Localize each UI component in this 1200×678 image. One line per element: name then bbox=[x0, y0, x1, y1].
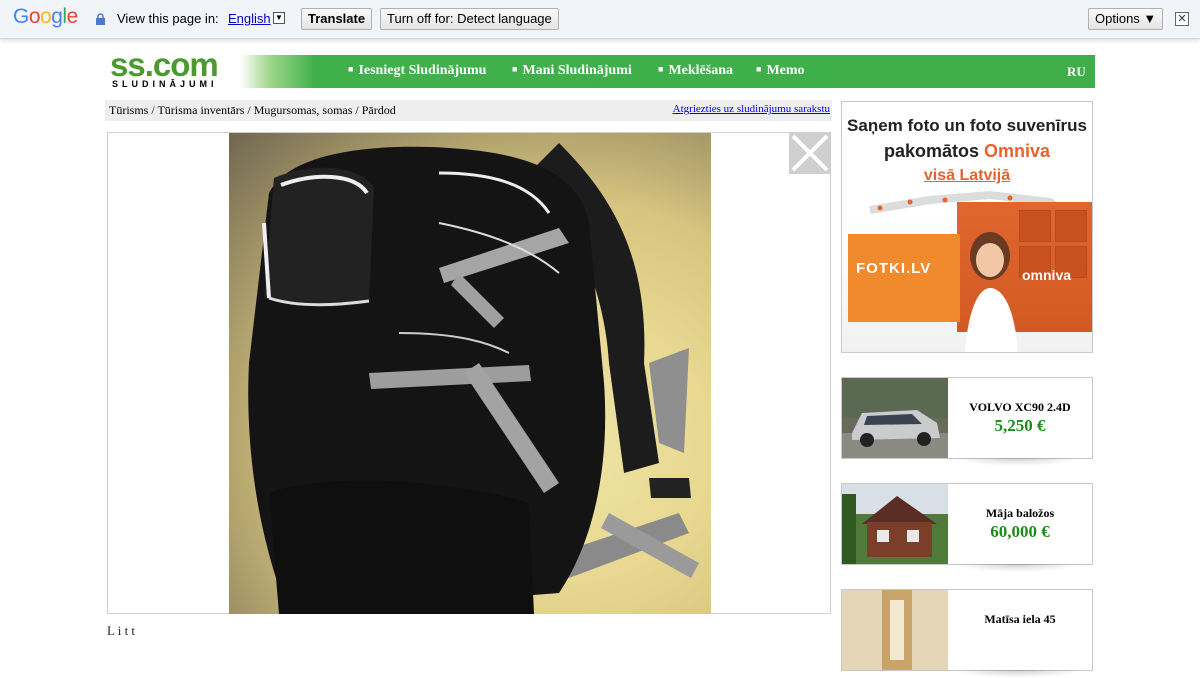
ad-thumb-house[interactable] bbox=[842, 484, 948, 564]
fotki-box bbox=[848, 234, 960, 322]
listing-photo[interactable] bbox=[229, 133, 711, 614]
breadcrumb: Tūrisms / Tūrisma inventārs / Mugursomas… bbox=[105, 100, 832, 121]
banner-subline: pakomātos Omniva bbox=[842, 141, 1092, 162]
translate-bar: Google View this page in: English ▼ Tran… bbox=[0, 0, 1200, 39]
fotki-logo: FOTKI.LV bbox=[856, 260, 932, 277]
menu-item-submit[interactable]: Iesniegt Sludinājumu bbox=[348, 63, 486, 79]
menu-item-memo[interactable]: Memo bbox=[756, 63, 804, 79]
breadcrumb-path[interactable]: Tūrisms / Tūrisma inventārs / Mugursomas… bbox=[109, 103, 396, 118]
ad-thumb-apartment[interactable] bbox=[842, 590, 948, 670]
main-menu: Iesniegt Sludinājumu Mani Sludinājumi Me… bbox=[240, 55, 1095, 88]
ad-price: 60,000 € bbox=[990, 522, 1050, 541]
lock-icon bbox=[96, 13, 105, 25]
ad-title[interactable]: Māja baložos bbox=[948, 506, 1092, 521]
chevron-down-icon[interactable]: ▼ bbox=[273, 12, 285, 24]
ad-card-house[interactable]: Māja baložos 60,000 € bbox=[841, 483, 1093, 572]
view-page-label: View this page in: bbox=[117, 11, 219, 26]
omniva-banner[interactable]: Saņem foto un foto suvenīrus pakomātos O… bbox=[841, 101, 1093, 353]
menu-item-my-ads[interactable]: Mani Sludinājumi bbox=[512, 63, 631, 79]
language-ru-link[interactable]: RU bbox=[1067, 64, 1086, 80]
banner-headline: Saņem foto un foto suvenīrus bbox=[847, 116, 1087, 135]
ad-thumb-volvo[interactable] bbox=[842, 378, 948, 458]
google-logo: Google bbox=[13, 5, 78, 28]
banner-subline-text: pakomātos bbox=[883, 141, 984, 161]
omniva-logo: omniva bbox=[1022, 267, 1072, 283]
ad-card-volvo[interactable]: VOLVO XC90 2.4D 5,250 € bbox=[841, 377, 1093, 466]
listing-description: L i t t bbox=[107, 623, 136, 638]
close-icon[interactable]: ✕ bbox=[1175, 12, 1189, 26]
banner-region: visā Latvijā bbox=[923, 167, 1011, 184]
menu-item-search[interactable]: Meklēšana bbox=[658, 63, 733, 79]
close-photo-icon[interactable] bbox=[789, 132, 831, 174]
person-graphic bbox=[965, 232, 1018, 352]
site-logo-subtitle: SLUDINĀJUMI bbox=[112, 79, 218, 89]
banner-brand: Omniva bbox=[984, 141, 1051, 161]
language-select[interactable]: English bbox=[228, 11, 271, 26]
ad-title[interactable]: Matīsa iela 45 bbox=[948, 612, 1092, 627]
options-button[interactable]: Options ▼ bbox=[1088, 8, 1164, 30]
translate-button[interactable]: Translate bbox=[301, 8, 373, 30]
back-to-list-link[interactable]: Atgriezties uz sludinājumu sarakstu bbox=[673, 103, 830, 115]
ad-price: 5,250 € bbox=[994, 416, 1046, 435]
ad-card-apartment[interactable]: Matīsa iela 45 bbox=[841, 589, 1093, 678]
backpack-image bbox=[248, 143, 699, 614]
ad-title[interactable]: VOLVO XC90 2.4D bbox=[948, 400, 1092, 415]
turn-off-button[interactable]: Turn off for: Detect language bbox=[380, 8, 559, 30]
